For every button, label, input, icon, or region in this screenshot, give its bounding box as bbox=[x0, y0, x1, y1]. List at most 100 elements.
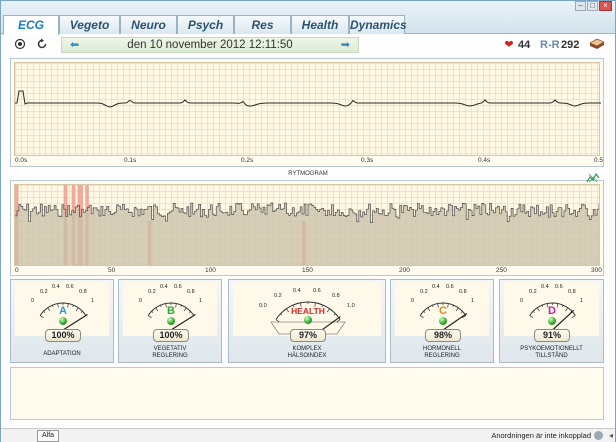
rr-label: R-R bbox=[540, 39, 560, 51]
scale-5: 1 bbox=[580, 298, 584, 304]
status-led-icon bbox=[167, 317, 175, 325]
minimize-button[interactable]: – bbox=[575, 1, 586, 11]
record-icon[interactable] bbox=[13, 38, 27, 53]
status-led-icon bbox=[548, 317, 556, 325]
scale-3: 0.6 bbox=[174, 284, 182, 290]
gauge-label-1: ADAPTATION bbox=[43, 351, 81, 357]
tab-neuro[interactable]: Neuro bbox=[120, 15, 177, 34]
speaker-icon: ◂ bbox=[608, 431, 613, 440]
status-message: Anordningen är inte inkopplad bbox=[491, 431, 591, 440]
ecg-tick-2: 0.2s bbox=[241, 157, 254, 164]
scale-3: 0.6 bbox=[446, 284, 454, 290]
scale-3: 0.6 bbox=[66, 284, 74, 290]
scale-2: 0.4 bbox=[432, 284, 440, 290]
gauge-psykoemotionellt: 0 0.2 0.4 0.6 0.8 1 D 91% PSYKOEMOTIONEL… bbox=[499, 279, 604, 363]
tab-health[interactable]: Health bbox=[291, 15, 349, 34]
scale-5: 1.0 bbox=[347, 303, 355, 309]
ryt-tick-1: 50 bbox=[108, 267, 116, 274]
tab-psych[interactable]: Psych bbox=[177, 15, 234, 34]
ecg-waveform bbox=[15, 90, 601, 108]
info-panel bbox=[10, 367, 604, 420]
ecg-tick-5: 0.5 bbox=[594, 157, 604, 164]
scale-1: 0.2 bbox=[274, 293, 282, 299]
gauge-value: 100% bbox=[45, 329, 81, 342]
ryt-tick-2: 100 bbox=[205, 267, 216, 274]
maximize-button[interactable]: □ bbox=[587, 1, 598, 11]
scale-4: 0.8 bbox=[187, 289, 195, 295]
scale-4: 0.8 bbox=[332, 293, 340, 299]
scale-3: 0.6 bbox=[313, 288, 321, 294]
scale-5: 1 bbox=[471, 298, 475, 304]
status-led-icon bbox=[439, 317, 447, 325]
gauge-label-1: VEGETATIV bbox=[153, 346, 187, 352]
date-display: den 10 november 2012 12:11:50 bbox=[127, 39, 293, 51]
scale-0: 0 bbox=[520, 298, 524, 304]
ecg-tick-4: 0.4s bbox=[478, 157, 491, 164]
scale-0: 0 bbox=[139, 298, 143, 304]
book-icon[interactable] bbox=[588, 37, 606, 54]
gauge-label-2: TILLSTÅND bbox=[535, 353, 568, 359]
refresh-icon[interactable] bbox=[35, 38, 49, 53]
heart-rate-value: 44 bbox=[518, 39, 531, 51]
scale-1: 0.2 bbox=[529, 289, 537, 295]
ecg-panel: 0.0s 0.1s 0.2s 0.3s 0.4s 0.5 bbox=[10, 58, 604, 167]
scale-0: 0 bbox=[31, 298, 35, 304]
gauge-label-1: PSYKOEMOTIONELLT bbox=[520, 346, 583, 352]
ecg-tick-0: 0.0s bbox=[15, 157, 28, 164]
scale-2: 0.4 bbox=[52, 284, 60, 290]
tab-res[interactable]: Res bbox=[234, 15, 291, 34]
ecg-tick-1: 0.1s bbox=[124, 157, 137, 164]
heart-icon: ❤ bbox=[504, 39, 514, 51]
scale-5: 1 bbox=[91, 298, 95, 304]
scale-1: 0.2 bbox=[40, 289, 48, 295]
gauge-label-1: KOMPLEX bbox=[292, 346, 322, 352]
status-bar: Alfa Anordningen är inte inkopplad ◂ bbox=[1, 428, 615, 442]
close-button[interactable]: × bbox=[599, 1, 612, 11]
gauge-label-1: HORMONELL bbox=[422, 346, 461, 352]
gauge-letter: B bbox=[167, 305, 175, 317]
scale-4: 0.8 bbox=[568, 289, 576, 295]
scale-4: 0.8 bbox=[79, 289, 87, 295]
status-led-icon bbox=[304, 316, 312, 324]
next-date-arrow-icon[interactable]: ➡ bbox=[341, 39, 350, 52]
ecg-tick-3: 0.3s bbox=[361, 157, 374, 164]
ryt-tick-6: 300 bbox=[591, 267, 602, 274]
ecg-plot-area bbox=[14, 62, 601, 156]
gauge-hormonell: 0 0.2 0.4 0.6 0.8 1 C 98% HORMONELL REGL… bbox=[390, 279, 494, 363]
gauge-label-2: REGLERING bbox=[152, 353, 188, 359]
ryt-tick-0: 0 bbox=[15, 267, 19, 274]
scale-2: 0.4 bbox=[160, 284, 168, 290]
tab-dynamics[interactable]: Dynamics bbox=[349, 15, 407, 34]
tab-bar: ECG Vegeto Neuro Psych Res Health Dynami… bbox=[1, 1, 615, 35]
scale-3: 0.6 bbox=[555, 284, 563, 290]
rytmogram-title: RYTMOGRAM bbox=[288, 171, 328, 177]
ryt-tick-3: 150 bbox=[302, 267, 313, 274]
tab-vegeto[interactable]: Vegeto bbox=[59, 15, 120, 34]
rr-value: 292 bbox=[561, 39, 580, 51]
scale-1: 0.2 bbox=[420, 289, 428, 295]
ryt-tick-4: 200 bbox=[399, 267, 410, 274]
gauge-health: 0.0 0.2 0.4 0.6 0.8 1.0 HEALTH 97% KOMPL… bbox=[228, 279, 386, 363]
gauge-value: 91% bbox=[534, 329, 570, 342]
tab-ecg[interactable]: ECG bbox=[3, 15, 59, 35]
ryt-tick-5: 250 bbox=[496, 267, 507, 274]
rytmogram-chart bbox=[15, 185, 599, 265]
scale-2: 0.4 bbox=[541, 284, 549, 290]
gauge-value: 100% bbox=[153, 329, 189, 342]
scale-5: 1 bbox=[199, 298, 203, 304]
rytmogram-settings-icon[interactable] bbox=[586, 172, 600, 187]
gauge-value: 97% bbox=[290, 329, 326, 342]
gauge-label-2: HÄLSOINDEX bbox=[287, 353, 327, 359]
gauge-letter: C bbox=[439, 305, 447, 317]
scale-2: 0.4 bbox=[293, 288, 301, 294]
rytmogram-plot-area bbox=[14, 184, 600, 266]
gauge-label-2: REGLERING bbox=[424, 353, 460, 359]
scale-0: 0 bbox=[411, 298, 415, 304]
scale-4: 0.8 bbox=[459, 289, 467, 295]
alfa-tab[interactable]: Alfa bbox=[37, 430, 60, 442]
gauge-adaptation: 0 0.2 0.4 0.6 0.8 1 A 100% ADAPTATION bbox=[10, 279, 114, 363]
connection-icon bbox=[594, 431, 603, 440]
date-navigator: ⬅ den 10 november 2012 12:11:50 ➡ bbox=[61, 37, 359, 53]
gauge-letter: A bbox=[59, 305, 67, 317]
app-window: ECG Vegeto Neuro Psych Res Health Dynami… bbox=[0, 0, 616, 442]
